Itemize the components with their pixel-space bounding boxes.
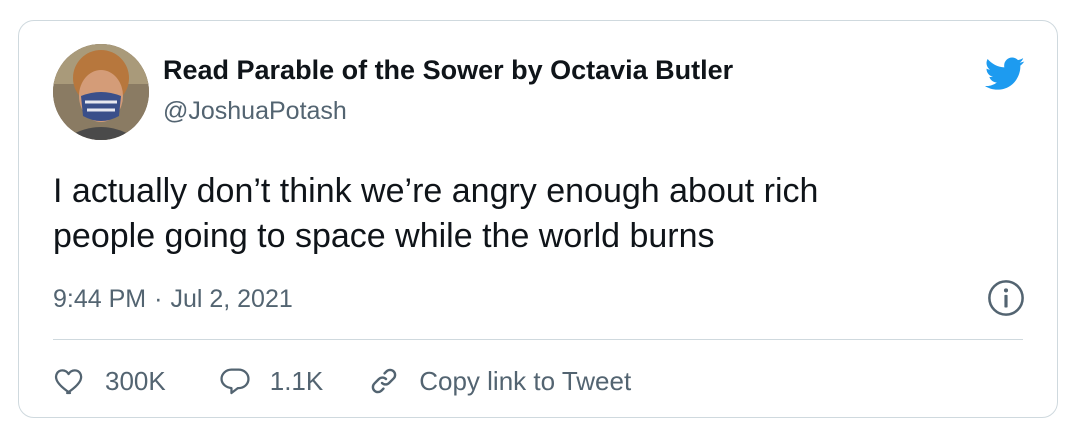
heart-icon [54, 369, 83, 395]
tweet-date: Jul 2, 2021 [170, 285, 293, 313]
tweet-time: 9:44 PM [53, 285, 147, 313]
action-bar: 300K 1.1K Copy link to Tweet [53, 361, 631, 401]
like-count: 300K [105, 365, 166, 396]
divider [53, 339, 1023, 340]
twitter-bird-icon[interactable] [985, 57, 1025, 91]
tweet-timestamp[interactable]: 9:44 PM · Jul 2, 2021 [53, 285, 293, 314]
copy-link-label: Copy link to Tweet [419, 365, 632, 396]
info-icon[interactable] [987, 279, 1025, 317]
user-handle[interactable]: @JoshuaPotash [163, 97, 347, 126]
display-name[interactable]: Read Parable of the Sower by Octavia But… [163, 55, 733, 86]
avatar[interactable] [53, 44, 149, 140]
reply-button[interactable]: 1.1K [218, 364, 324, 398]
like-button[interactable]: 300K [53, 364, 166, 398]
separator: · [154, 285, 163, 313]
tweet-text: I actually don’t think we’re angry enoug… [53, 169, 1013, 259]
tweet-text-line: I actually don’t think we’re angry enoug… [53, 172, 819, 210]
copy-link-button[interactable]: Copy link to Tweet [367, 364, 631, 398]
tweet-card: Read Parable of the Sower by Octavia But… [18, 20, 1058, 418]
speech-bubble-icon [220, 368, 250, 395]
tweet-text-line: people going to space while the world bu… [53, 217, 715, 255]
reply-count: 1.1K [269, 365, 324, 396]
avatar-image [53, 44, 149, 140]
link-icon [371, 368, 397, 394]
